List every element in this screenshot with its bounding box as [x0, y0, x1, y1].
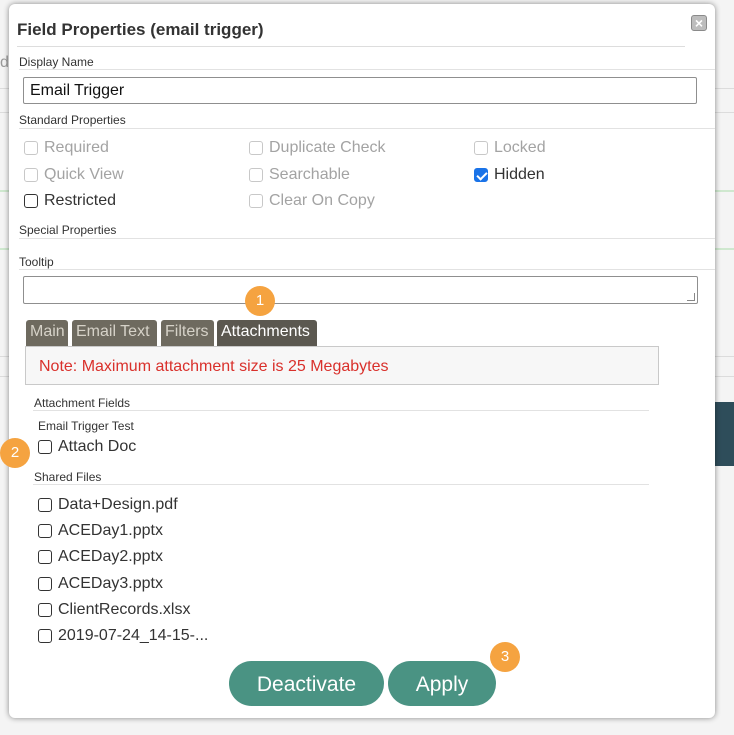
- duplicate-check-checkbox-row[interactable]: Duplicate Check: [249, 139, 386, 157]
- background-text: d: [0, 54, 9, 71]
- searchable-checkbox-row[interactable]: Searchable: [249, 166, 350, 184]
- attachment-note: Note: Maximum attachment size is 25 Mega…: [25, 346, 659, 385]
- duplicate-check-checkbox[interactable]: [249, 141, 263, 155]
- tooltip-textarea[interactable]: [23, 276, 698, 304]
- tab-main[interactable]: Main: [26, 320, 68, 346]
- attach-doc-label: Attach Doc: [58, 438, 137, 455]
- section-divider: [19, 69, 715, 70]
- locked-label: Locked: [494, 139, 546, 156]
- standard-properties-label: Standard Properties: [19, 113, 126, 127]
- quick-view-label: Quick View: [44, 166, 124, 183]
- shared-file-label: ACEDay3.pptx: [58, 575, 163, 592]
- field-properties-dialog: Field Properties (email trigger) × Displ…: [9, 4, 715, 718]
- shared-file-row[interactable]: 2019-07-24_14-15-...: [38, 627, 208, 645]
- shared-file-label: Data+Design.pdf: [58, 496, 178, 513]
- shared-file-row[interactable]: ACEDay2.pptx: [38, 548, 163, 566]
- section-divider: [33, 410, 649, 411]
- required-label: Required: [44, 139, 109, 156]
- attach-doc-checkbox[interactable]: [38, 440, 52, 454]
- apply-button[interactable]: Apply: [388, 661, 496, 706]
- required-checkbox[interactable]: [24, 141, 38, 155]
- shared-file-label: 2019-07-24_14-15-...: [58, 627, 209, 644]
- shared-files-label: Shared Files: [34, 470, 102, 484]
- tab-email-text[interactable]: Email Text: [72, 320, 157, 346]
- shared-file-checkbox[interactable]: [38, 577, 52, 591]
- special-properties-label: Special Properties: [19, 223, 117, 237]
- callout-badge: 3: [490, 642, 520, 672]
- restricted-label: Restricted: [44, 192, 117, 209]
- shared-file-label: ACEDay2.pptx: [58, 548, 163, 565]
- attach-doc-checkbox-row[interactable]: Attach Doc: [38, 438, 136, 456]
- quick-view-checkbox[interactable]: [24, 168, 38, 182]
- display-name-input[interactable]: [23, 77, 697, 104]
- shared-file-row[interactable]: ACEDay1.pptx: [38, 522, 163, 540]
- tab-attachments[interactable]: Attachments: [217, 320, 317, 346]
- shared-file-label: ClientRecords.xlsx: [58, 601, 191, 618]
- locked-checkbox[interactable]: [474, 141, 488, 155]
- dialog-title: Field Properties (email trigger): [17, 20, 264, 39]
- shared-file-checkbox[interactable]: [38, 550, 52, 564]
- shared-file-checkbox[interactable]: [38, 629, 52, 643]
- shared-file-label: ACEDay1.pptx: [58, 522, 163, 539]
- deactivate-button[interactable]: Deactivate: [229, 661, 384, 706]
- shared-file-checkbox[interactable]: [38, 603, 52, 617]
- callout-badge: 2: [0, 438, 30, 468]
- attachment-fields-label: Attachment Fields: [34, 396, 131, 410]
- shared-file-row[interactable]: ACEDay3.pptx: [38, 575, 163, 593]
- hidden-label: Hidden: [494, 166, 545, 183]
- tab-filters[interactable]: Filters: [161, 320, 214, 346]
- section-divider: [19, 238, 715, 239]
- display-name-label: Display Name: [19, 55, 94, 69]
- shared-file-checkbox[interactable]: [38, 498, 52, 512]
- locked-checkbox-row[interactable]: Locked: [474, 139, 546, 157]
- clear-on-copy-label: Clear On Copy: [269, 192, 375, 209]
- hidden-checkbox-row[interactable]: Hidden: [474, 166, 545, 184]
- duplicate-check-label: Duplicate Check: [269, 139, 386, 156]
- clear-on-copy-checkbox-row[interactable]: Clear On Copy: [249, 192, 375, 210]
- restricted-checkbox[interactable]: [24, 194, 38, 208]
- title-divider: [17, 46, 685, 47]
- close-icon[interactable]: ×: [691, 15, 707, 31]
- clear-on-copy-checkbox[interactable]: [249, 194, 263, 208]
- shared-file-row[interactable]: ClientRecords.xlsx: [38, 601, 190, 619]
- required-checkbox-row[interactable]: Required: [24, 139, 109, 157]
- hidden-checkbox[interactable]: [474, 168, 488, 182]
- callout-badge: 1: [245, 286, 275, 316]
- quick-view-checkbox-row[interactable]: Quick View: [24, 166, 124, 184]
- resize-grip-icon[interactable]: [687, 293, 695, 301]
- section-divider: [33, 484, 649, 485]
- attachment-size-note: Note: Maximum attachment size is 25 Mega…: [39, 358, 389, 375]
- shared-file-row[interactable]: Data+Design.pdf: [38, 496, 178, 514]
- section-divider: [19, 269, 715, 270]
- searchable-checkbox[interactable]: [249, 168, 263, 182]
- searchable-label: Searchable: [269, 166, 350, 183]
- restricted-checkbox-row[interactable]: Restricted: [24, 192, 116, 210]
- section-divider: [19, 128, 715, 129]
- email-trigger-test-label: Email Trigger Test: [38, 419, 134, 433]
- tooltip-label: Tooltip: [19, 255, 54, 269]
- shared-file-checkbox[interactable]: [38, 524, 52, 538]
